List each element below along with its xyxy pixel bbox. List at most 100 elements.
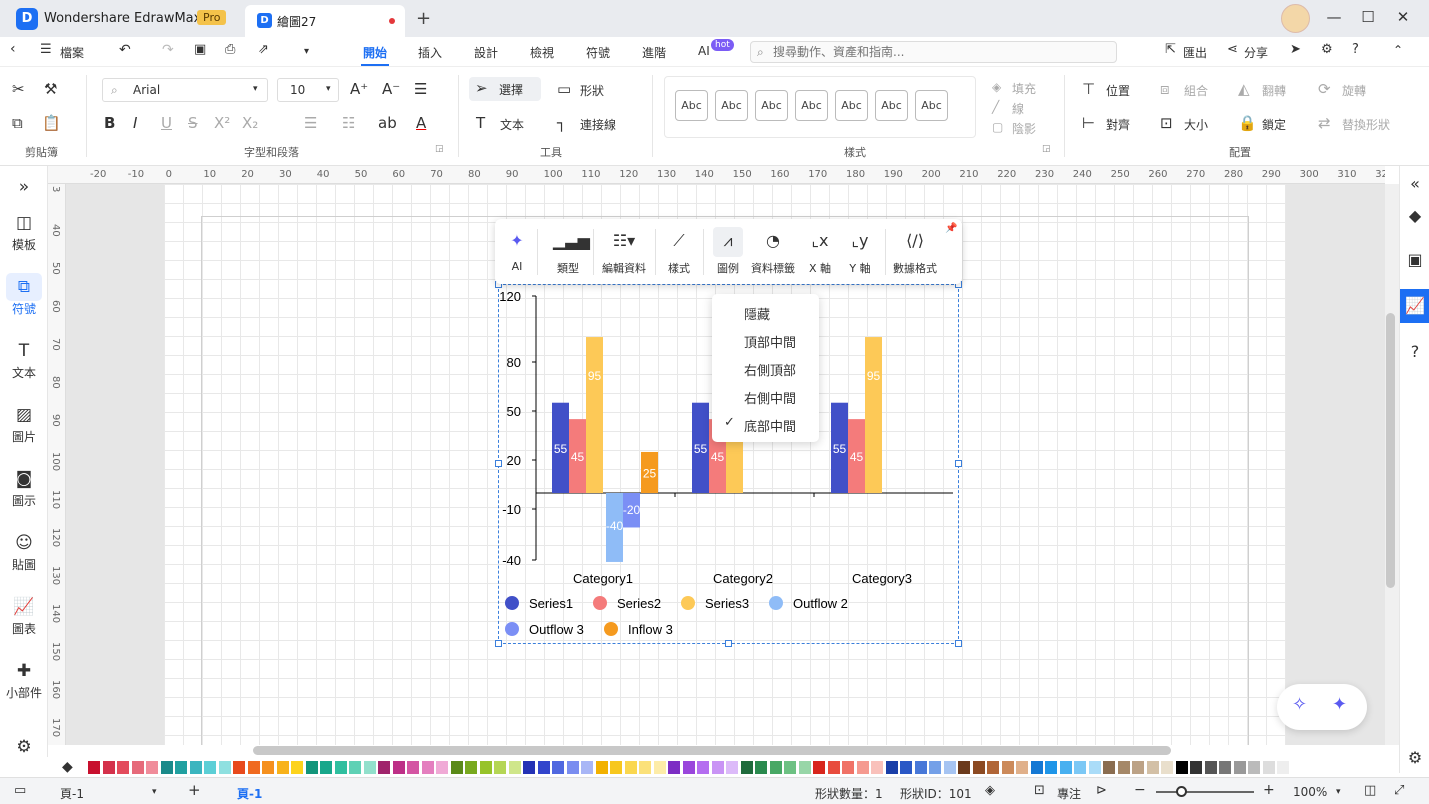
- style-sample[interactable]: Abc: [755, 90, 788, 121]
- color-swatch[interactable]: [697, 761, 709, 774]
- color-swatch[interactable]: [508, 761, 521, 774]
- color-swatch[interactable]: [668, 761, 680, 774]
- sidebar-item-images[interactable]: ▨ 圖片: [0, 404, 48, 445]
- replace-shape-icon[interactable]: ⇄: [1318, 114, 1331, 132]
- style-sample[interactable]: Abc: [795, 90, 828, 121]
- color-swatch[interactable]: [1146, 761, 1159, 774]
- color-swatch[interactable]: [711, 761, 724, 774]
- edit-data-button[interactable]: ☷▾ 編輯資料: [601, 227, 647, 276]
- text-tool-label[interactable]: 文本: [500, 116, 524, 133]
- color-swatch[interactable]: [871, 761, 883, 774]
- color-swatch[interactable]: [1219, 761, 1231, 774]
- shadow-icon[interactable]: ▢: [992, 120, 1003, 134]
- lock-icon[interactable]: 🔒: [1238, 114, 1257, 132]
- font-family-select[interactable]: ⌕ Arial ▾: [102, 78, 268, 102]
- color-swatch[interactable]: [1262, 761, 1275, 774]
- tab-home[interactable]: 開始: [360, 44, 390, 66]
- color-swatch[interactable]: [1161, 761, 1173, 774]
- underline-icon[interactable]: U: [161, 114, 172, 132]
- data-format-button[interactable]: ⟨/⟩ 數據格式: [893, 227, 937, 276]
- chevron-down-icon[interactable]: ▾: [1336, 787, 1341, 797]
- document-tab[interactable]: D 繪圖27: [245, 5, 405, 37]
- fill-icon[interactable]: ◈: [992, 80, 1001, 94]
- color-swatch[interactable]: [349, 761, 361, 774]
- sidebar-item-charts[interactable]: 📈 圖表: [0, 596, 48, 637]
- color-swatch[interactable]: [1175, 761, 1188, 774]
- size-label[interactable]: 大小: [1184, 116, 1208, 133]
- color-swatch[interactable]: [117, 761, 129, 774]
- strikethrough-icon[interactable]: S: [188, 114, 198, 132]
- focus-icon[interactable]: ⊡: [1034, 783, 1045, 798]
- color-swatch[interactable]: [1233, 761, 1246, 774]
- chevron-down-icon[interactable]: ▾: [152, 787, 157, 797]
- color-swatch[interactable]: [363, 761, 376, 774]
- align-icon[interactable]: ⊢: [1082, 114, 1095, 132]
- search-box[interactable]: ⌕: [750, 41, 1117, 63]
- line-spacing-icon[interactable]: ☰: [304, 114, 317, 132]
- color-swatch[interactable]: [639, 761, 651, 774]
- color-swatch[interactable]: [276, 761, 289, 774]
- color-swatch[interactable]: [682, 761, 695, 774]
- sidebar-item-stickers[interactable]: ☺ 貼圖: [0, 532, 48, 573]
- zoom-out-button[interactable]: −: [1134, 782, 1146, 798]
- file-menu[interactable]: 檔案: [60, 44, 84, 61]
- decrease-font-icon[interactable]: A⁻: [382, 80, 400, 98]
- tab-symbol[interactable]: 符號: [586, 44, 610, 61]
- help-icon[interactable]: ?: [1352, 42, 1359, 57]
- play-icon[interactable]: ⊳: [1096, 783, 1107, 798]
- lock-label[interactable]: 鎖定: [1262, 116, 1286, 133]
- color-swatch[interactable]: [160, 761, 173, 774]
- select-tool-button[interactable]: ➢ 選擇: [469, 77, 541, 101]
- legend-option-right-middle[interactable]: 右側中間: [712, 383, 819, 411]
- superscript-icon[interactable]: X²: [214, 114, 230, 132]
- close-button[interactable]: ✕: [1393, 8, 1413, 26]
- color-swatch[interactable]: [566, 761, 579, 774]
- chart-properties-icon[interactable]: 📈: [1400, 296, 1429, 315]
- resize-handle[interactable]: [955, 640, 962, 647]
- flip-label[interactable]: 翻轉: [1262, 82, 1286, 99]
- color-swatch[interactable]: [262, 761, 274, 774]
- connector-tool-label[interactable]: 連接線: [580, 116, 616, 133]
- color-swatch[interactable]: [900, 761, 912, 774]
- bullet-list-icon[interactable]: ☷: [342, 114, 355, 132]
- back-icon[interactable]: ‹: [10, 41, 16, 57]
- text-tool-icon[interactable]: T: [476, 114, 485, 132]
- horizontal-scrollbar[interactable]: [253, 746, 1171, 755]
- color-swatch[interactable]: [653, 761, 666, 774]
- color-swatch[interactable]: [537, 761, 550, 774]
- expand-panel-icon[interactable]: »: [0, 176, 48, 198]
- text-case-icon[interactable]: ab: [378, 114, 397, 132]
- collapse-panel-icon[interactable]: «: [1400, 174, 1429, 193]
- color-swatch[interactable]: [595, 761, 608, 774]
- color-swatch[interactable]: [943, 761, 956, 774]
- color-swatch[interactable]: [972, 761, 985, 774]
- shadow-label[interactable]: 陰影: [1012, 120, 1036, 137]
- font-color-icon[interactable]: A: [416, 114, 426, 132]
- color-swatch[interactable]: [102, 761, 115, 774]
- unsaved-dot-icon[interactable]: [389, 18, 395, 24]
- color-swatch[interactable]: [1277, 761, 1289, 774]
- collapse-ribbon-icon[interactable]: ⌃: [1393, 43, 1403, 57]
- color-swatch[interactable]: [479, 761, 492, 774]
- sidebar-item-icons[interactable]: ◙ 圖示: [0, 468, 48, 509]
- align-text-icon[interactable]: ☰: [414, 80, 427, 98]
- resize-handle[interactable]: [495, 640, 502, 647]
- style-sample[interactable]: Abc: [915, 90, 948, 121]
- tab-design[interactable]: 設計: [474, 44, 498, 61]
- active-page-tab[interactable]: 頁-1: [237, 785, 262, 802]
- group-icon[interactable]: ⧈: [1160, 80, 1170, 98]
- share-icon[interactable]: ⋖: [1227, 42, 1238, 57]
- size-icon[interactable]: ⊡: [1160, 114, 1173, 132]
- settings-gear-icon[interactable]: ⚙: [1321, 42, 1333, 57]
- color-swatch[interactable]: [827, 761, 840, 774]
- color-swatch[interactable]: [1074, 761, 1086, 774]
- color-swatch[interactable]: [842, 761, 854, 774]
- align-label[interactable]: 對齊: [1106, 116, 1130, 133]
- legend-option-top-center[interactable]: 頂部中間: [712, 327, 819, 355]
- color-swatch[interactable]: [247, 761, 260, 774]
- color-swatch[interactable]: [189, 761, 202, 774]
- minimize-button[interactable]: —: [1324, 8, 1344, 26]
- new-tab-button[interactable]: +: [416, 8, 431, 29]
- color-swatch[interactable]: [494, 761, 506, 774]
- sidebar-item-text[interactable]: T 文本: [0, 340, 48, 381]
